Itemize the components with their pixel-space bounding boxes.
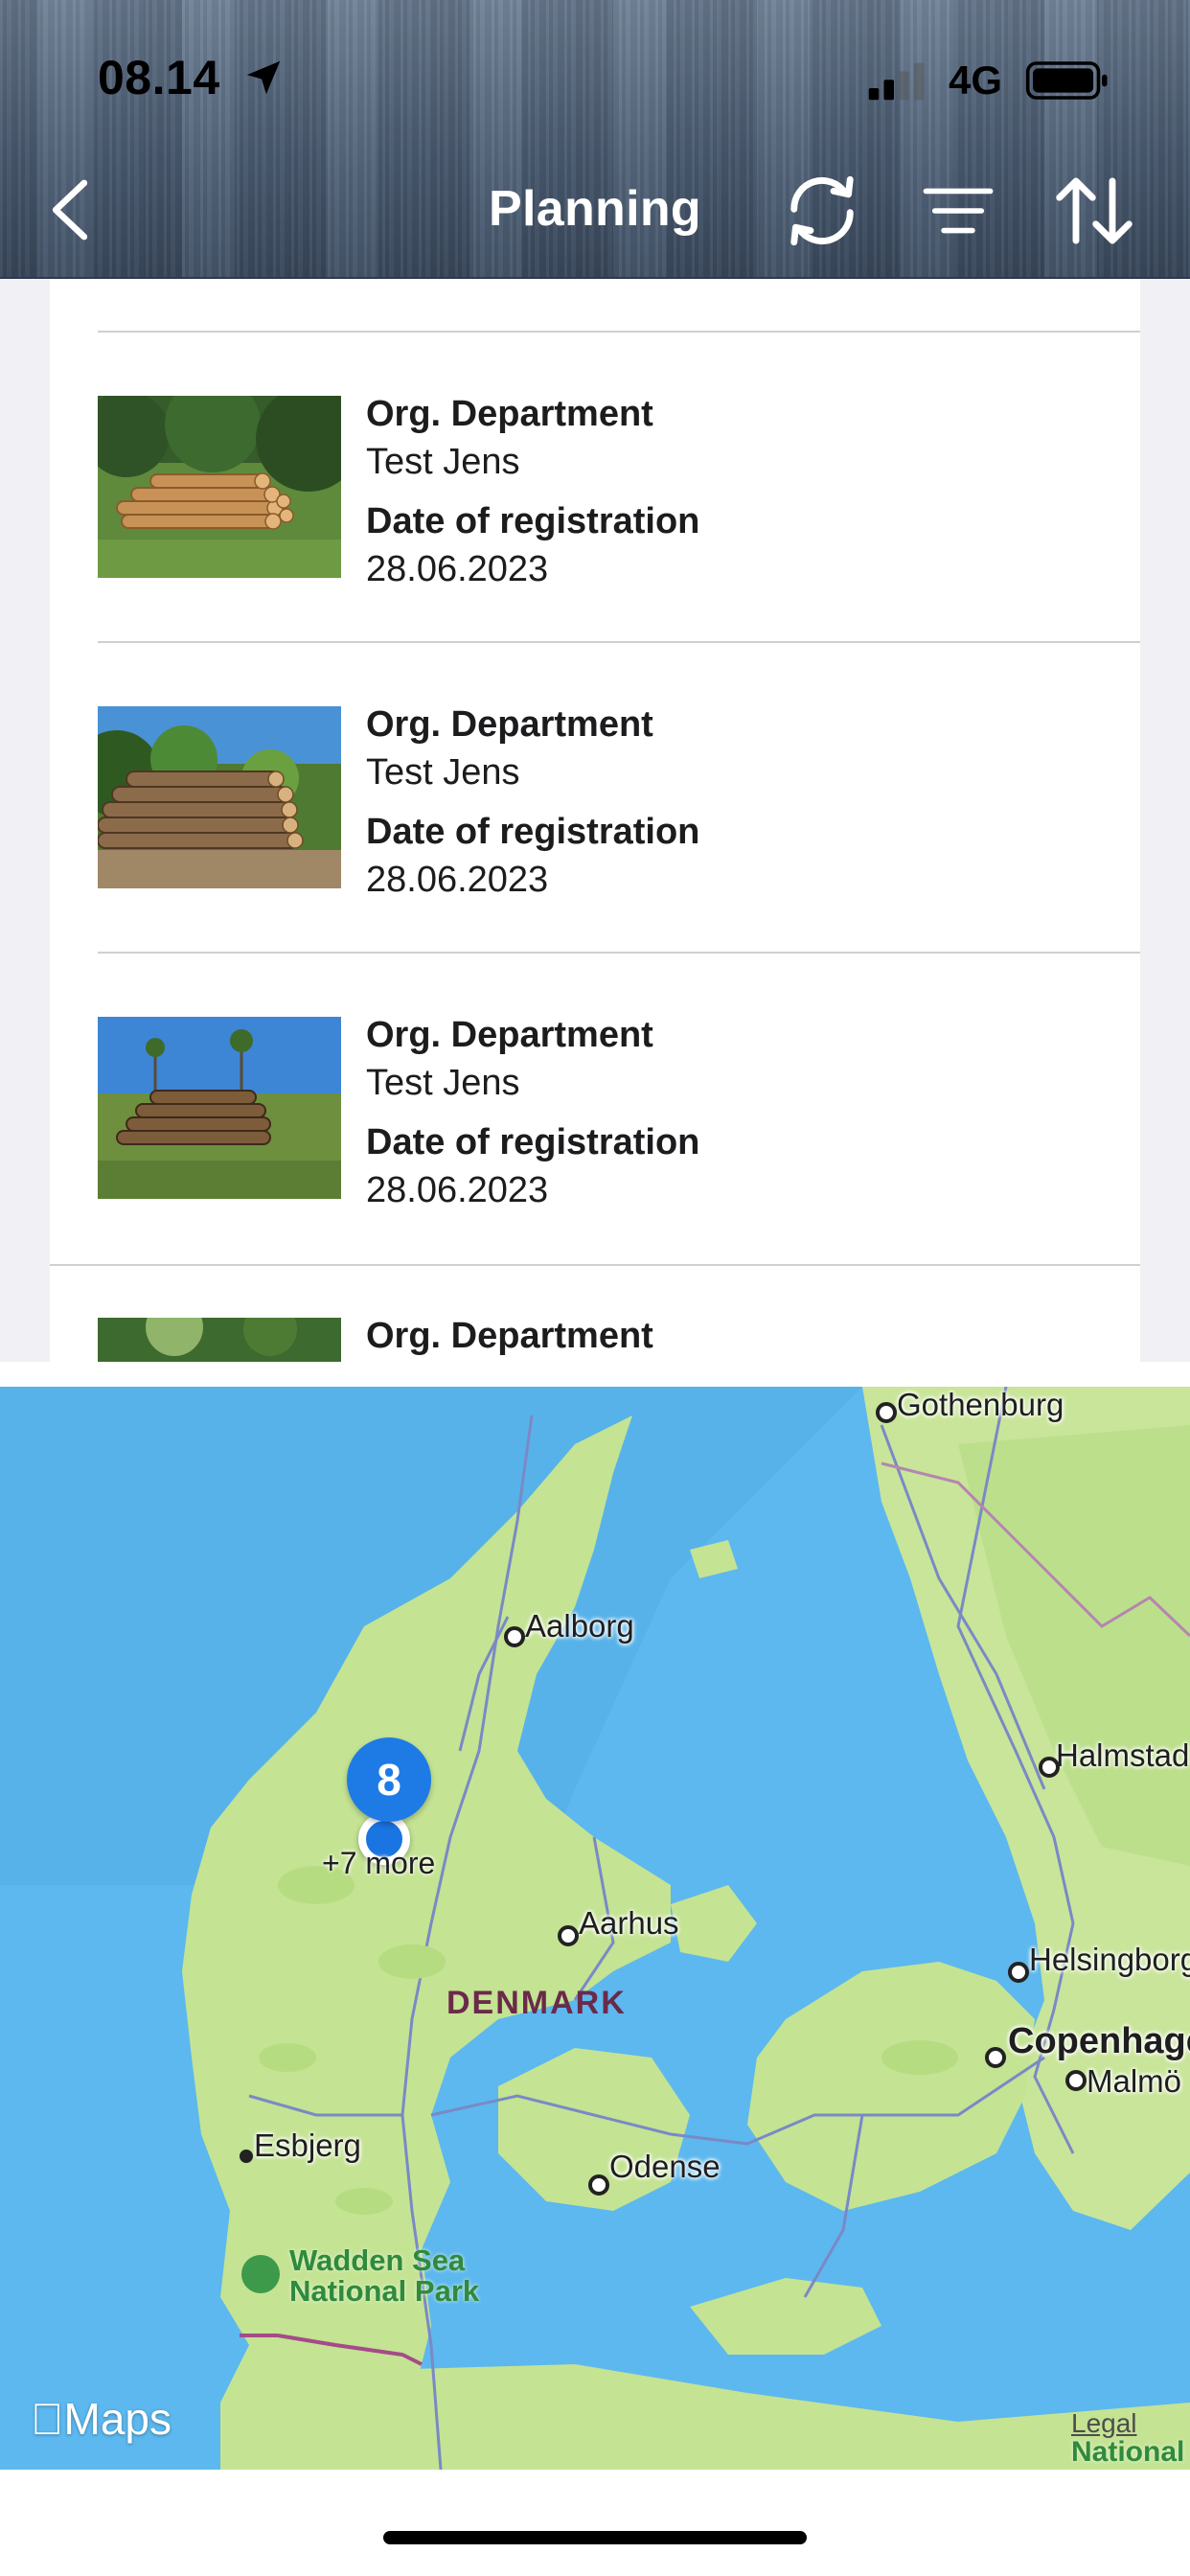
item-details: Org. Department [366, 1312, 653, 1360]
dept-value: Test Jens [366, 442, 520, 482]
navigation-header: 08.14 4G Planning [0, 0, 1190, 279]
refresh-icon[interactable] [781, 172, 863, 249]
dept-label: Org. Department [366, 1015, 653, 1055]
city-dot [240, 2150, 253, 2163]
city-dot [1039, 1757, 1060, 1778]
filter-icon[interactable] [922, 184, 995, 238]
cluster-marker[interactable]: 8 [347, 1737, 431, 1822]
city-dot [504, 1626, 525, 1647]
item-details: Org. Department Test Jens Date of regist… [366, 701, 699, 915]
city-label: Malmö [1087, 2063, 1182, 2099]
list-item[interactable]: Org. Department [98, 1262, 1140, 1362]
legal-link[interactable]: Legal [1071, 2408, 1137, 2439]
cellular-signal-icon [868, 62, 925, 101]
date-label: Date of registration [366, 501, 700, 541]
page-title: Planning [489, 181, 701, 237]
timber-stack-photo [98, 1017, 341, 1199]
city-dot [876, 1402, 897, 1423]
park-label: Wadden Sea National Park [289, 2245, 479, 2307]
date-value: 28.06.2023 [366, 1170, 549, 1210]
maps-logo-text: Maps [31, 2394, 172, 2444]
location-arrow-icon [246, 60, 281, 95]
sort-icon[interactable] [1052, 174, 1136, 247]
timber-stack-photo [98, 706, 341, 888]
city-dot [588, 2174, 609, 2196]
city-label: Helsingborg [1029, 1942, 1190, 1977]
city-dot [1065, 2070, 1087, 2091]
more-label: +7 more [322, 1846, 436, 1880]
list-item[interactable]: Org. Department Test Jens Date of regist… [98, 331, 1140, 643]
park-icon [241, 2255, 280, 2293]
map-view[interactable]: Gothenburg Aalborg Halmstad Aarhus Helsi… [0, 1387, 1190, 2470]
date-value: 28.06.2023 [366, 549, 549, 589]
dept-value: Test Jens [366, 1063, 520, 1103]
list-card: Org. Department Test Jens Date of regist… [50, 279, 1140, 1362]
home-indicator[interactable] [383, 2531, 807, 2544]
battery-icon [1025, 61, 1108, 100]
dept-label: Org. Department [366, 1316, 653, 1356]
list-item[interactable]: Org. Department Test Jens Date of regist… [98, 641, 1140, 954]
city-label: Aarhus [579, 1905, 679, 1941]
city-dot [558, 1925, 579, 1946]
park-label-line2: National Park [289, 2274, 480, 2308]
dept-label: Org. Department [366, 704, 653, 745]
city-label: Copenhagen [1008, 2021, 1190, 2061]
dept-value: Test Jens [366, 752, 520, 793]
status-time: 08.14 [98, 51, 220, 104]
date-label: Date of registration [366, 1122, 700, 1162]
park-label-line1: Wadden Sea [289, 2243, 466, 2277]
date-value: 28.06.2023 [366, 860, 549, 900]
item-details: Org. Department Test Jens Date of regist… [366, 1011, 699, 1226]
dept-label: Org. Department [366, 394, 653, 434]
apple-logo-icon:  [31, 2394, 64, 2444]
city-dot [985, 2047, 1006, 2068]
item-details: Org. Department Test Jens Date of regist… [366, 390, 699, 605]
network-type: 4G [949, 58, 1003, 103]
city-dot [1008, 1962, 1029, 1983]
city-label: Aalborg [525, 1608, 634, 1644]
national-label: National [1071, 2436, 1185, 2468]
country-label: DENMARK [446, 1985, 627, 2021]
list-item[interactable]: Org. Department Test Jens Date of regist… [98, 952, 1140, 1264]
timber-stack-photo [98, 1318, 341, 1362]
timber-stack-photo [98, 396, 341, 578]
registration-list[interactable]: Org. Department Test Jens Date of regist… [0, 279, 1190, 1362]
apple-maps-logo: Maps [31, 2393, 172, 2445]
city-label: Esbjerg [254, 2128, 361, 2163]
date-label: Date of registration [366, 812, 700, 852]
city-label: Halmstad [1056, 1737, 1190, 1773]
city-label: Gothenburg [897, 1387, 1064, 1422]
city-label: Odense [609, 2149, 721, 2184]
